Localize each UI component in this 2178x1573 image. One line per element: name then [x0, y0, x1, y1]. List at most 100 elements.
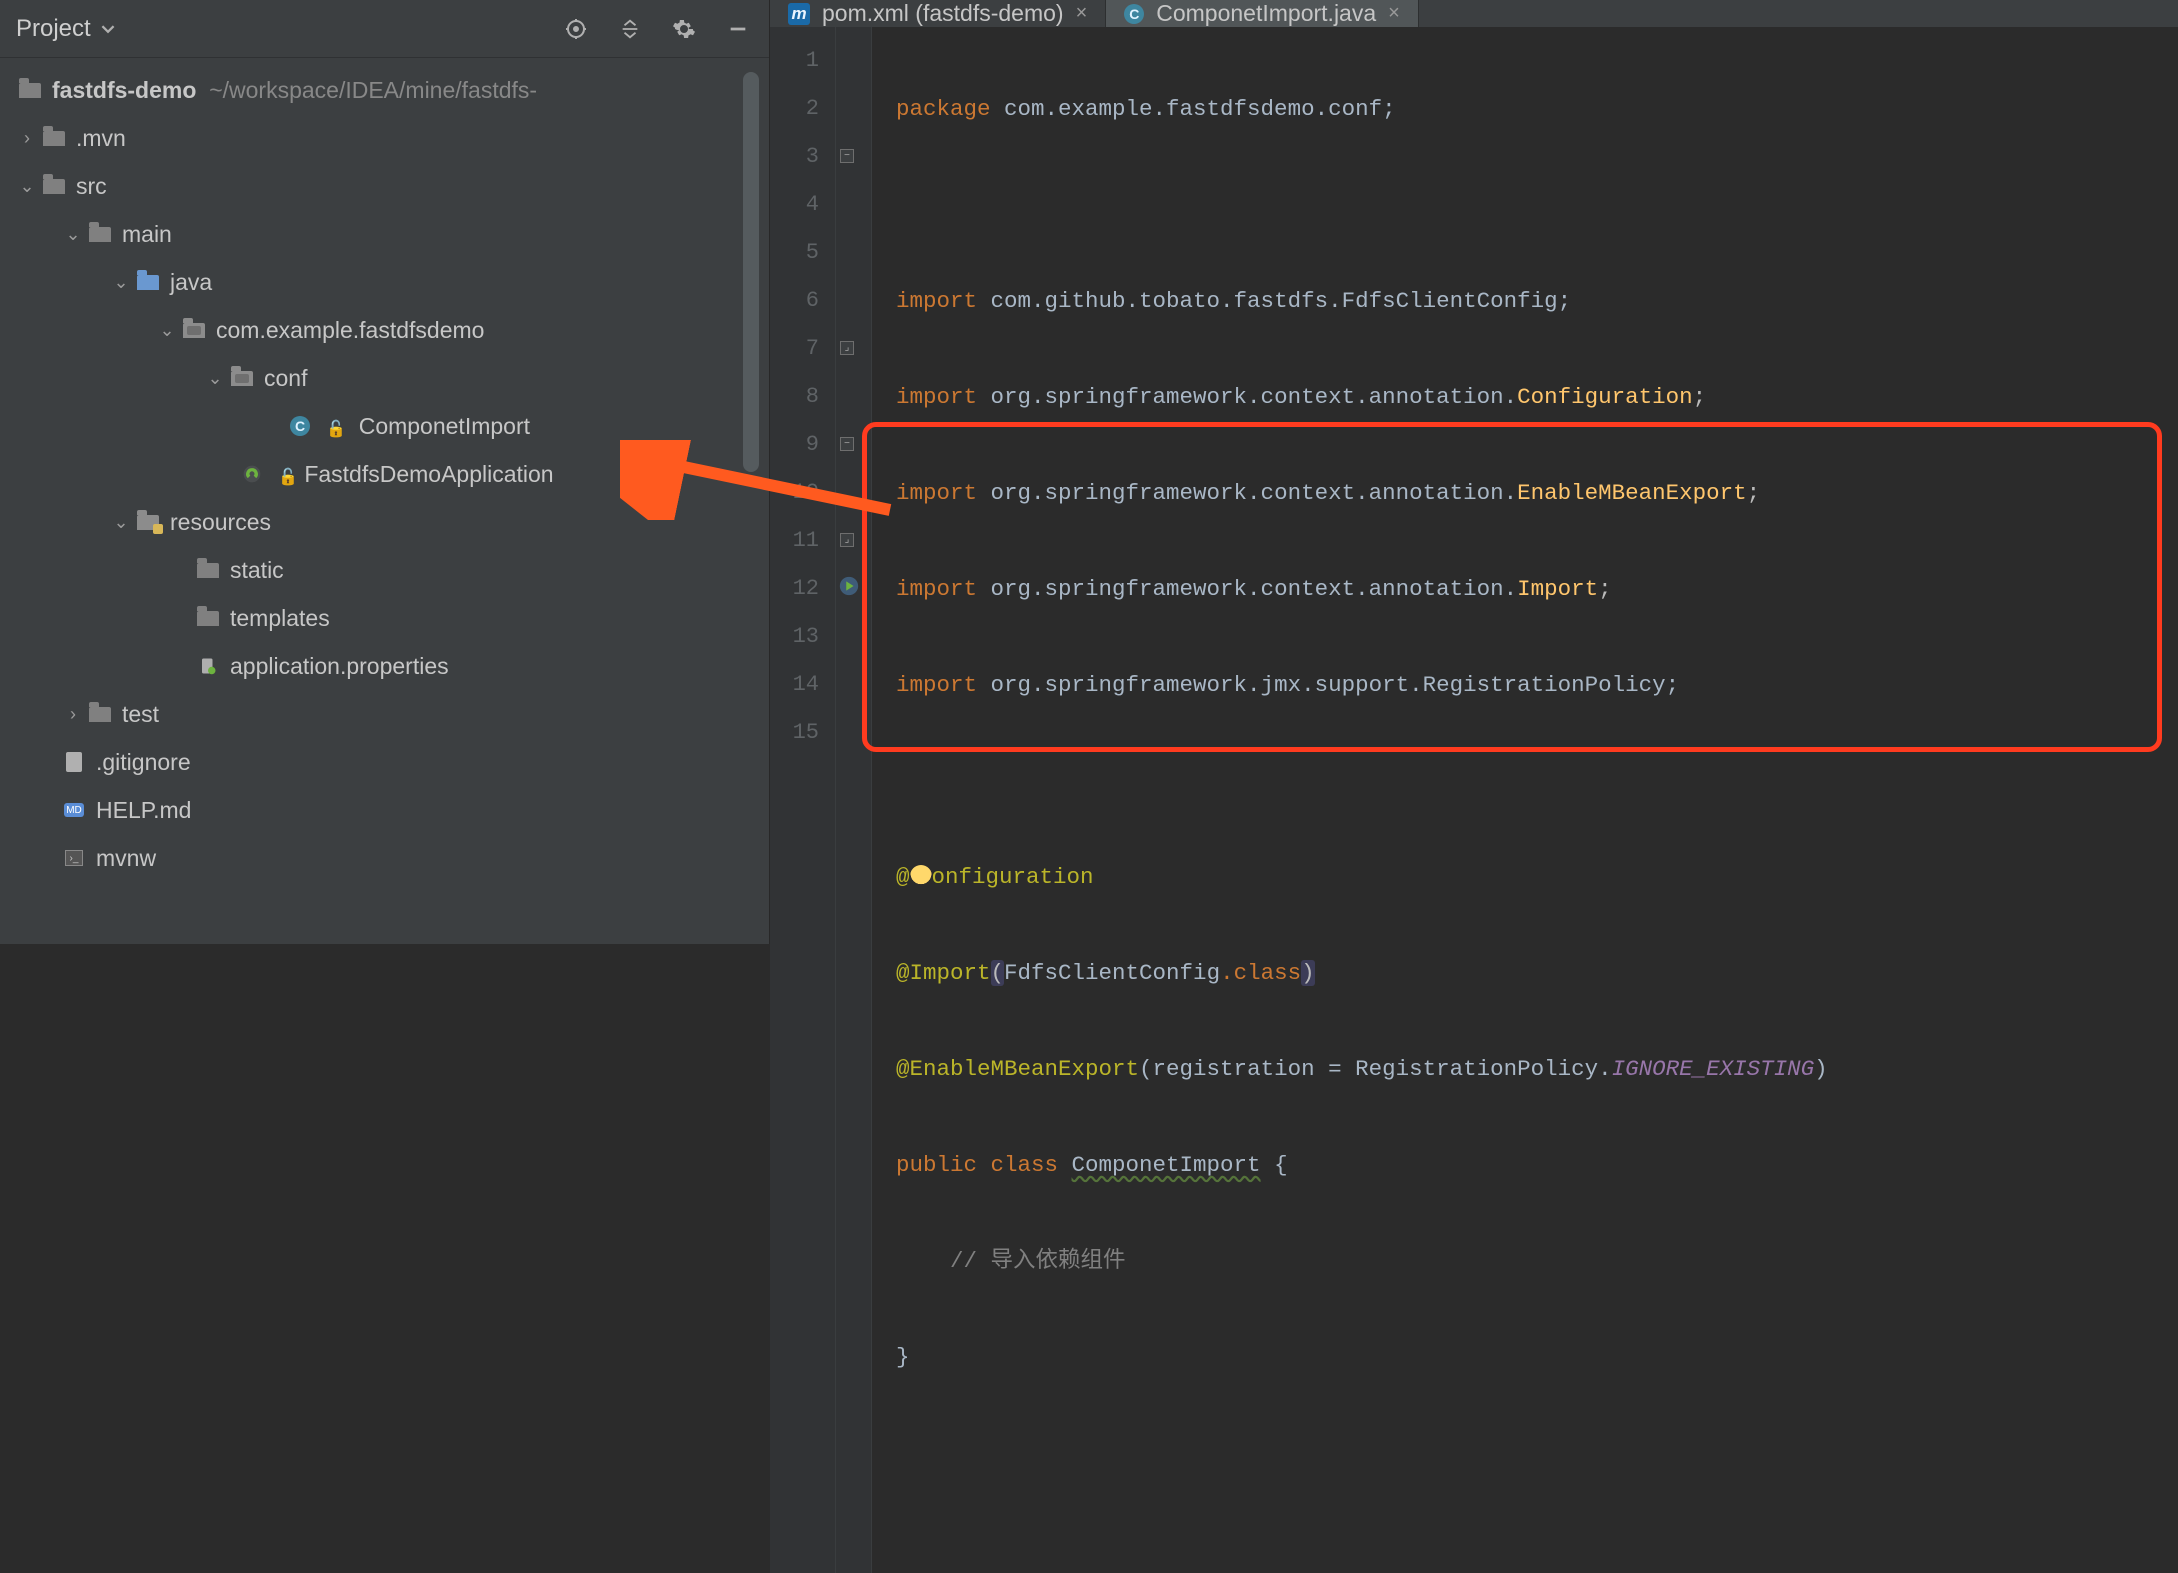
- markdown-file-icon: MD: [64, 803, 84, 817]
- label: mvnw: [96, 845, 156, 872]
- root-path: ~/workspace/IDEA/mine/fastdfs-: [209, 77, 537, 103]
- chevron-down-icon: ⌄: [112, 512, 130, 533]
- tree-file-help[interactable]: MD HELP.md: [0, 786, 769, 834]
- code-line: package com.example.fastdfsdemo.conf;: [896, 85, 2178, 133]
- tree-node-test[interactable]: › test: [0, 690, 769, 738]
- folder-icon: [19, 83, 41, 98]
- maven-file-icon: m: [788, 3, 810, 25]
- tree-root[interactable]: fastdfs-demo ~/workspace/IDEA/mine/fastd…: [0, 66, 769, 114]
- folder-icon: [89, 707, 111, 722]
- minimize-icon[interactable]: [725, 16, 751, 42]
- package-icon: [183, 323, 205, 338]
- tree-node-mvn[interactable]: › .mvn: [0, 114, 769, 162]
- close-icon[interactable]: ×: [1076, 2, 1088, 25]
- code-line: import org.springframework.context.annot…: [896, 565, 2178, 613]
- label: FastdfsDemoApplication: [304, 461, 553, 488]
- ln: 5: [770, 229, 819, 277]
- tree-node-pkg[interactable]: ⌄ com.example.fastdfsdemo: [0, 306, 769, 354]
- line-number-gutter[interactable]: 1 2 3 4 5 6 7 8 9 10 11 12 13 14 15: [770, 27, 836, 1573]
- collapse-all-icon[interactable]: [617, 16, 643, 42]
- project-tree[interactable]: fastdfs-demo ~/workspace/IDEA/mine/fastd…: [0, 58, 769, 882]
- project-view-selector[interactable]: Project: [16, 15, 115, 43]
- close-icon[interactable]: ×: [1388, 2, 1400, 25]
- chevron-down-icon: ⌄: [18, 176, 36, 197]
- package-icon: [231, 371, 253, 386]
- fold-icon[interactable]: −: [840, 149, 854, 163]
- code-line: // 导入依赖组件: [896, 1237, 2178, 1285]
- project-toolbar: Project: [0, 0, 769, 58]
- label: test: [122, 701, 159, 728]
- ln: 11: [770, 517, 819, 565]
- tab-pom-xml[interactable]: m pom.xml (fastdfs-demo) ×: [770, 0, 1106, 27]
- fold-icon[interactable]: ⌟: [840, 533, 854, 547]
- tree-file-gitignore[interactable]: .gitignore: [0, 738, 769, 786]
- chevron-down-icon: [101, 22, 115, 36]
- ln: 6: [770, 277, 819, 325]
- chevron-down-icon: ⌄: [112, 272, 130, 293]
- ln: 7: [770, 325, 819, 373]
- ln: 12: [770, 565, 819, 613]
- folder-icon: [43, 131, 65, 146]
- editor-area: m pom.xml (fastdfs-demo) × C ComponetImp…: [770, 0, 2178, 944]
- code-line: import org.springframework.context.annot…: [896, 469, 2178, 517]
- tree-node-java[interactable]: ⌄ java: [0, 258, 769, 306]
- label: com.example.fastdfsdemo: [216, 317, 484, 344]
- folder-icon: [89, 227, 111, 242]
- label: java: [170, 269, 212, 296]
- code-line: @onfiguration: [896, 853, 2178, 901]
- project-label: Project: [16, 15, 91, 43]
- project-tool-window: Project fastdfs-dem: [0, 0, 770, 944]
- tree-node-conf[interactable]: ⌄ conf: [0, 354, 769, 402]
- tree-node-resources[interactable]: ⌄ resources: [0, 498, 769, 546]
- label: templates: [230, 605, 330, 632]
- editor-tabs: m pom.xml (fastdfs-demo) × C ComponetImp…: [770, 0, 2178, 27]
- ln: 15: [770, 709, 819, 757]
- gear-icon[interactable]: [671, 16, 697, 42]
- ln: 14: [770, 661, 819, 709]
- vertical-scrollbar[interactable]: [743, 72, 759, 472]
- label: ComponetImport: [359, 413, 530, 440]
- source-folder-icon: [137, 275, 159, 290]
- tab-componetimport[interactable]: C ComponetImport.java ×: [1106, 0, 1419, 27]
- tree-node-templates[interactable]: templates: [0, 594, 769, 642]
- code-line: [896, 181, 2178, 229]
- file-icon: [66, 752, 82, 772]
- ln: 8: [770, 373, 819, 421]
- code-line: [896, 1429, 2178, 1477]
- fold-gutter[interactable]: − ⌟ − ⌟: [836, 27, 872, 1573]
- code-line: @EnableMBeanExport(registration = Regist…: [896, 1045, 2178, 1093]
- label: src: [76, 173, 107, 200]
- chevron-down-icon: ⌄: [64, 224, 82, 245]
- folder-icon: [197, 611, 219, 626]
- folder-icon: [43, 179, 65, 194]
- tree-file-mvnw[interactable]: ›_ mvnw: [0, 834, 769, 882]
- code-line: public class ComponetImport {: [896, 1141, 2178, 1189]
- java-class-icon: C: [1124, 4, 1144, 24]
- fold-icon[interactable]: −: [840, 437, 854, 451]
- chevron-down-icon: ⌄: [158, 320, 176, 341]
- tree-node-src[interactable]: ⌄ src: [0, 162, 769, 210]
- code-line: import com.github.tobato.fastdfs.FdfsCli…: [896, 277, 2178, 325]
- ln: 3: [770, 133, 819, 181]
- unlock-icon: [322, 413, 346, 440]
- folder-icon: [197, 563, 219, 578]
- unlock-icon: [274, 461, 298, 488]
- chevron-right-icon: ›: [64, 704, 82, 725]
- fold-icon[interactable]: ⌟: [840, 341, 854, 355]
- tree-node-main[interactable]: ⌄ main: [0, 210, 769, 258]
- shell-file-icon: ›_: [65, 850, 83, 866]
- code-editor[interactable]: package com.example.fastdfsdemo.conf; im…: [872, 27, 2178, 1573]
- resources-folder-icon: [137, 515, 159, 530]
- tree-file-componetimport[interactable]: C ComponetImport: [0, 402, 769, 450]
- code-line: }: [896, 1333, 2178, 1381]
- spring-boot-icon: [242, 464, 262, 484]
- ln: 9: [770, 421, 819, 469]
- root-name: fastdfs-demo: [52, 77, 196, 103]
- tree-file-appprops[interactable]: application.properties: [0, 642, 769, 690]
- tree-node-static[interactable]: static: [0, 546, 769, 594]
- tree-file-app[interactable]: FastdfsDemoApplication: [0, 450, 769, 498]
- run-gutter-icon[interactable]: [838, 575, 860, 597]
- intention-bulb-icon[interactable]: [910, 865, 932, 887]
- locate-icon[interactable]: [563, 16, 589, 42]
- tab-label: ComponetImport.java: [1156, 0, 1376, 27]
